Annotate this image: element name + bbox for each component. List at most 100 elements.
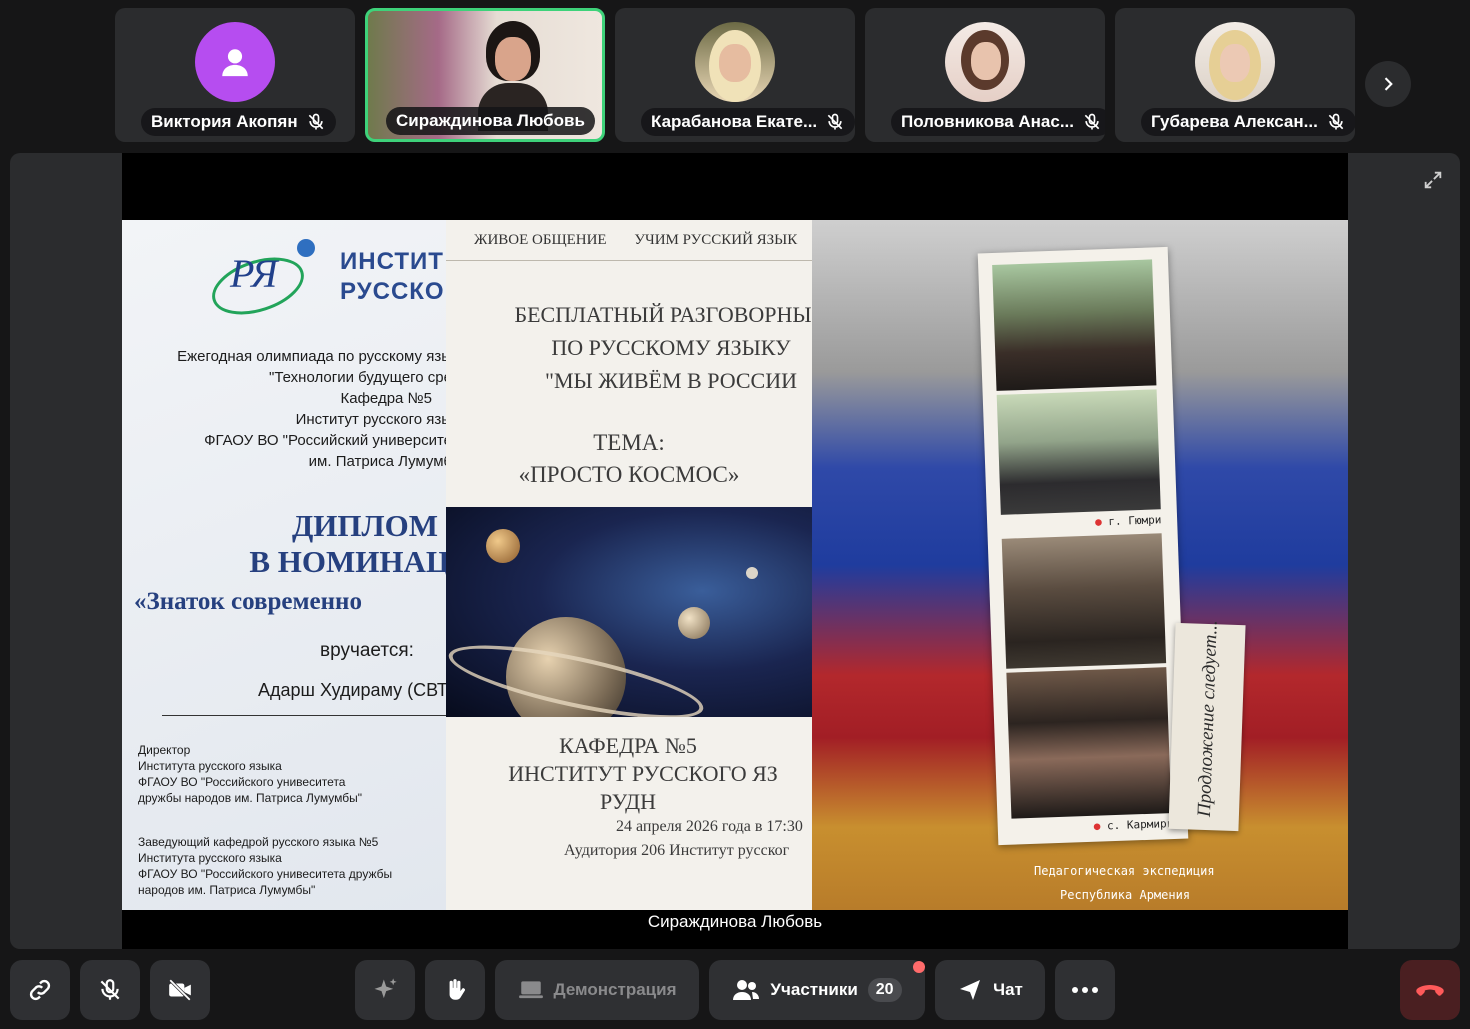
laptop-icon: [518, 981, 543, 999]
collage-footer-2: Республика Армения: [1060, 888, 1191, 902]
diploma-header: Ежегодная олимпиада по русскому язы "Тех…: [177, 346, 446, 472]
mic-muted-icon: [308, 113, 323, 130]
participant-nameplate: Половникова Анас...: [891, 108, 1105, 136]
map-pin-icon: ●: [1093, 819, 1101, 833]
poster-nav-item: ЖИВОЕ ОБЩЕНИЕ: [474, 232, 607, 248]
diploma-panel: РЯ ИНСТИТ РУССКО Ежегодная олимпиада по …: [122, 220, 446, 910]
participant-nameplate: Губарева Алексан...: [1141, 108, 1355, 136]
participant-nameplate: Сираждинова Любовь: [386, 107, 595, 135]
note-text: Продложение следует...: [1193, 619, 1222, 818]
screen-share-label: Демонстрация: [553, 980, 677, 999]
camera-off-icon: [169, 979, 191, 1001]
user-icon: [222, 49, 248, 77]
head-line: Института русского языка: [138, 851, 282, 865]
hand-icon: [449, 979, 465, 1000]
participants-strip: Виктория Акопян Сираждинова Любовь Караб…: [0, 0, 1470, 150]
poster-dept-line: ИНСТИТУТ РУССКОГО ЯЗ: [508, 761, 778, 786]
poster-heading-line: ПО РУССКОМУ ЯЗЫКУ: [551, 335, 791, 360]
participant-name: Губарева Алексан...: [1151, 112, 1318, 131]
poster-divider: [446, 260, 812, 261]
poster-date: 24 апреля 2026 года в 17:30: [616, 818, 803, 835]
poster-theme: «ПРОСТО КОСМОС»: [518, 462, 740, 487]
fullscreen-button[interactable]: [1414, 163, 1452, 197]
mic-muted-icon: [1328, 113, 1344, 130]
poster-theme-label: ТЕМА:: [593, 430, 665, 455]
more-dots-icon: [1072, 987, 1098, 993]
microphone-button[interactable]: [80, 960, 140, 1020]
director-line: дружбы народов им. Патриса Лумумбы": [138, 791, 362, 805]
photo: [992, 259, 1157, 391]
diploma-line: ФГАОУ ВО "Российский университе: [204, 432, 446, 449]
location-label: ● г. Гюмри: [1095, 513, 1162, 528]
participant-tile[interactable]: Виктория Акопян: [115, 8, 355, 142]
next-participants-button[interactable]: [1365, 61, 1411, 107]
send-icon: [960, 980, 981, 1000]
head-line: ФГАОУ ВО "Российского унивеситета дружбы: [138, 867, 393, 881]
poster-heading: БЕСПЛАТНЫЙ РАЗГОВОРНЫЙ ПО РУССКОМУ ЯЗЫКУ…: [446, 298, 812, 397]
poster-nav-item: УЧИМ РУССКИЙ ЯЗЫК: [634, 232, 798, 248]
camera-button[interactable]: [150, 960, 210, 1020]
collage-footer-1: Педагогическая экспедиция: [1034, 864, 1215, 878]
participant-tile[interactable]: Карабанова Екате...: [615, 8, 855, 142]
call-toolbar: Демонстрация Участники 20 Чат: [0, 960, 1470, 1020]
participant-nameplate: Карабанова Екате...: [641, 108, 855, 136]
poster-panel: ЖИВОЕ ОБЩЕНИЕ УЧИМ РУССКИЙ ЯЗЫК МЕ БЕСПЛ…: [446, 220, 812, 910]
hang-up-button[interactable]: [1400, 960, 1460, 1020]
note-card: Продложение следует...: [1168, 619, 1246, 832]
participants-label: Участники: [770, 980, 858, 999]
photo: [1001, 533, 1167, 669]
copy-link-button[interactable]: [10, 960, 70, 1020]
participant-tile-speaking[interactable]: Сираждинова Любовь: [365, 8, 605, 142]
mic-muted-icon: [827, 113, 843, 130]
head-line: Заведующий кафедрой русского языка №5: [138, 835, 379, 849]
effects-button[interactable]: [355, 960, 415, 1020]
diploma-line: им. Патриса Лумумб: [308, 453, 446, 470]
chevron-right-icon: [1384, 77, 1393, 91]
mic-muted-icon: [1084, 113, 1100, 130]
poster-dept-line: РУДН: [600, 789, 656, 814]
director-block: Директор Института русского языка ФГАОУ …: [138, 742, 362, 806]
poster-heading-line: "МЫ ЖИВЁМ В РОССИИ: [545, 368, 797, 393]
collage-panel: ● г. Гюмри ● с. Кармиргюх Продложение сл…: [812, 220, 1348, 910]
avatar: [1195, 22, 1275, 102]
logo-text: РЯ: [230, 251, 278, 296]
photo-strip: ● г. Гюмри ● с. Кармиргюх: [977, 246, 1189, 846]
chat-button[interactable]: Чат: [935, 960, 1045, 1020]
poster-nav: ЖИВОЕ ОБЩЕНИЕ УЧИМ РУССКИЙ ЯЗЫК МЕ: [474, 232, 812, 249]
diploma-nomination-title: В НОМИНАЦ: [249, 544, 446, 579]
participants-button[interactable]: Участники 20: [709, 960, 925, 1020]
notification-dot: [913, 961, 925, 973]
mic-muted-icon: [100, 979, 120, 1000]
poster-room: Аудитория 206 Институт русског: [564, 842, 790, 859]
map-pin-icon: ●: [1094, 515, 1103, 529]
participants-count-badge: 20: [867, 978, 902, 1002]
director-line: Директор: [138, 743, 191, 757]
presenter-caption: Сираждинова Любовь: [647, 912, 823, 931]
avatar: [195, 22, 275, 102]
location-text: г. Гюмри: [1108, 513, 1162, 529]
more-button[interactable]: [1055, 960, 1115, 1020]
diploma-recipient: Адарш Худираму (СВТ-: [258, 680, 446, 700]
institute-name-line1: ИНСТИТ: [340, 248, 444, 275]
poster-dept-line: КАФЕДРА №5: [559, 733, 697, 758]
participant-nameplate: Виктория Акопян: [141, 108, 336, 136]
participant-video: [478, 21, 548, 131]
participant-tile[interactable]: Губарева Алексан...: [1115, 8, 1355, 142]
participant-name: Виктория Акопян: [151, 112, 298, 131]
director-line: Института русского языка: [138, 759, 282, 773]
photo: [996, 389, 1161, 515]
shared-slide: РЯ ИНСТИТ РУССКО Ежегодная олимпиада по …: [122, 220, 1348, 910]
screen-share-button[interactable]: Демонстрация: [495, 960, 699, 1020]
participant-name: Сираждинова Любовь: [396, 111, 585, 130]
chat-label: Чат: [993, 980, 1023, 999]
avatar: [695, 22, 775, 102]
avatar: [945, 22, 1025, 102]
raise-hand-button[interactable]: [425, 960, 485, 1020]
sparkle-icon: [374, 978, 397, 999]
poster-dept: КАФЕДРА №5 ИНСТИТУТ РУССКОГО ЯЗ РУДН: [446, 732, 812, 816]
participant-tile[interactable]: Половникова Анас...: [865, 8, 1105, 142]
head-line: народов им. Патриса Лумумбы": [138, 883, 316, 897]
diploma-awarded: вручается:: [320, 640, 414, 661]
diploma-title: ДИПЛОМ: [291, 508, 438, 543]
diploma-line: "Технологии будущего сре: [269, 369, 446, 386]
